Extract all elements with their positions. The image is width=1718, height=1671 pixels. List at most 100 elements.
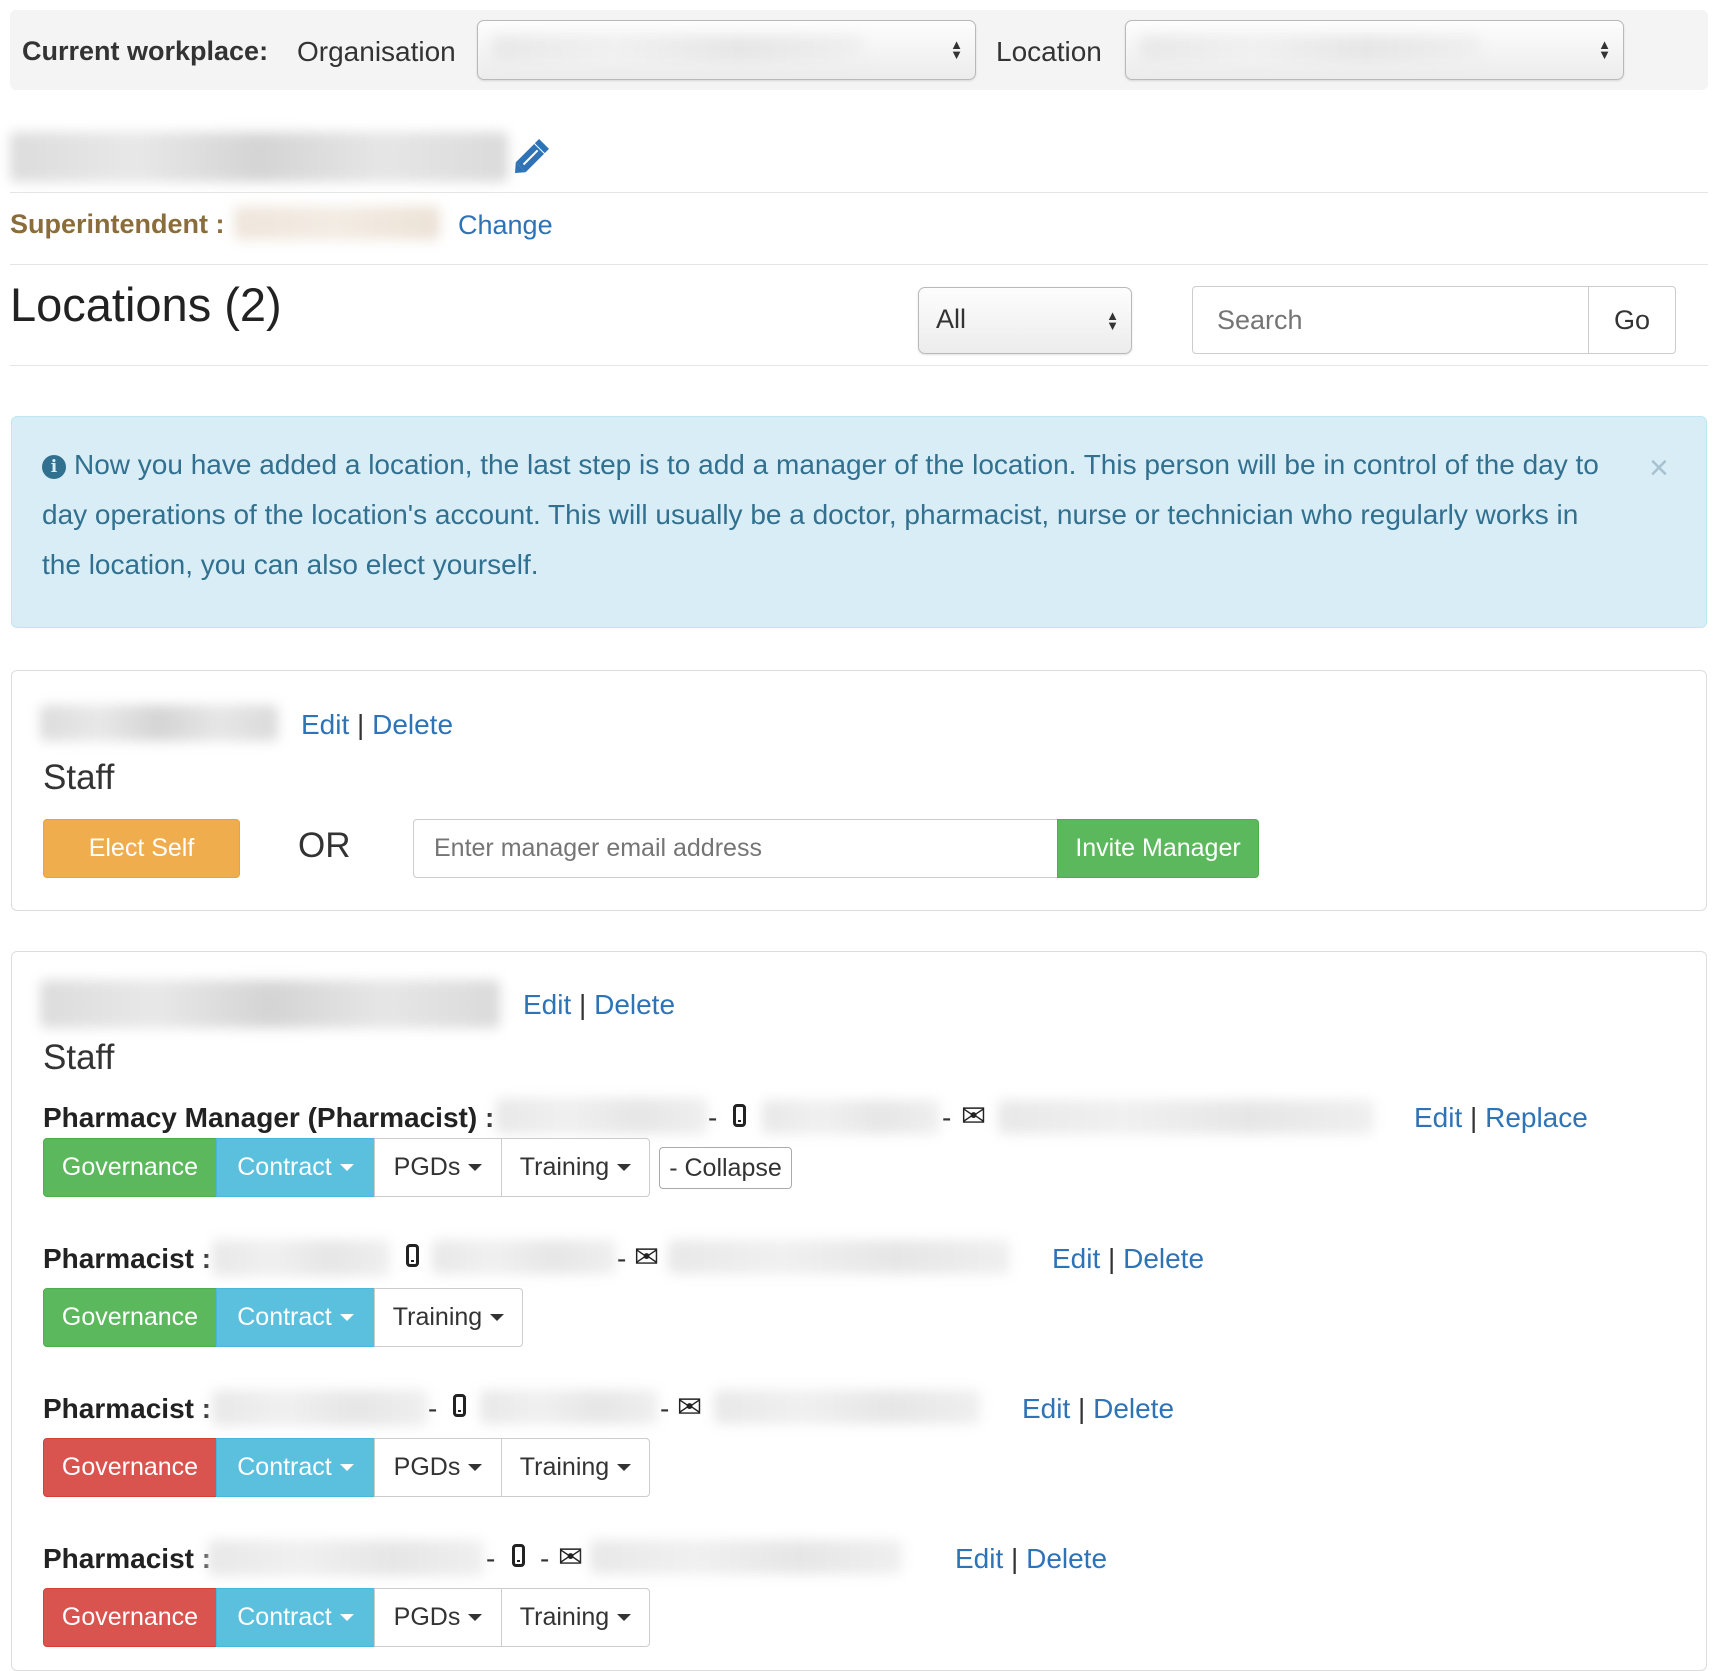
caret-down-icon	[339, 1464, 354, 1471]
governance-button[interactable]: Governance	[43, 1138, 217, 1197]
location-label: Location	[996, 36, 1102, 67]
training-dropdown[interactable]: Training	[374, 1288, 523, 1347]
change-superintendent-link[interactable]: Change	[458, 210, 553, 241]
pipe-separator: |	[1011, 1543, 1019, 1574]
location-1-actions: Edit | Delete	[301, 709, 453, 741]
pgds-label: PGDs	[393, 1153, 461, 1181]
training-label: Training	[519, 1453, 610, 1481]
pipe-separator: |	[579, 989, 587, 1020]
location-1-name-redacted	[40, 705, 278, 741]
superintendent-name-redacted	[234, 206, 440, 240]
location-2-name-redacted	[40, 980, 500, 1028]
member-2-email-redacted	[668, 1240, 1010, 1274]
contract-dropdown[interactable]: Contract	[216, 1588, 375, 1647]
member-3-role: Pharmacist :	[43, 1393, 212, 1424]
member-3-edit-link[interactable]: Edit	[1022, 1393, 1070, 1424]
member-1-replace-link[interactable]: Replace	[1485, 1102, 1588, 1133]
member-3-actions: Edit | Delete	[1022, 1393, 1174, 1425]
envelope-icon: ✉	[961, 1100, 987, 1133]
member-1-name-redacted	[496, 1098, 708, 1134]
caret-down-icon	[339, 1314, 354, 1321]
location-1-delete-link[interactable]: Delete	[372, 709, 453, 740]
locations-title: Locations (2)	[10, 278, 282, 331]
location-2-delete-link[interactable]: Delete	[594, 989, 675, 1020]
pgds-label: PGDs	[393, 1603, 461, 1631]
caret-down-icon	[468, 1164, 483, 1171]
pgds-dropdown[interactable]: PGDs	[374, 1438, 502, 1497]
dash-separator: -	[428, 1393, 438, 1424]
divider	[10, 264, 1708, 265]
contract-dropdown[interactable]: Contract	[216, 1138, 375, 1197]
search-input[interactable]	[1192, 286, 1590, 354]
member-2-delete-link[interactable]: Delete	[1123, 1243, 1204, 1274]
caret-down-icon	[468, 1464, 483, 1471]
member-2-role: Pharmacist :	[43, 1243, 212, 1274]
member-2-phone-redacted	[432, 1240, 616, 1274]
dash-separator: -	[486, 1543, 496, 1574]
training-label: Training	[519, 1603, 610, 1631]
location-2-staff-heading: Staff	[43, 1038, 115, 1077]
caret-down-icon	[490, 1314, 505, 1321]
training-dropdown[interactable]: Training	[501, 1438, 650, 1497]
member-4-delete-link[interactable]: Delete	[1026, 1543, 1107, 1574]
contract-dropdown[interactable]: Contract	[216, 1288, 375, 1347]
sort-arrows-icon: ▲ ▼	[1106, 307, 1119, 333]
member-1-actions: Edit | Replace	[1414, 1102, 1588, 1134]
member-3-delete-link[interactable]: Delete	[1093, 1393, 1174, 1424]
training-dropdown[interactable]: Training	[501, 1138, 650, 1197]
pgds-dropdown[interactable]: PGDs	[374, 1138, 502, 1197]
member-2-name-redacted	[212, 1240, 390, 1276]
member-1-edit-link[interactable]: Edit	[1414, 1102, 1462, 1133]
divider	[10, 365, 1708, 366]
pipe-separator: |	[1108, 1243, 1116, 1274]
pgds-label: PGDs	[393, 1453, 461, 1481]
location-2-edit-link[interactable]: Edit	[523, 989, 571, 1020]
collapse-button[interactable]: - Collapse	[659, 1147, 792, 1189]
info-circle-icon: i	[42, 455, 66, 479]
or-label: OR	[298, 826, 351, 865]
pgds-dropdown[interactable]: PGDs	[374, 1588, 502, 1647]
go-button[interactable]: Go	[1588, 286, 1676, 354]
close-icon[interactable]: ×	[1649, 449, 1669, 488]
member-4-email-redacted	[590, 1540, 902, 1574]
pencil-icon[interactable]	[510, 134, 554, 178]
contract-dropdown[interactable]: Contract	[216, 1438, 375, 1497]
member-3-email-redacted	[714, 1390, 980, 1424]
location-1-edit-link[interactable]: Edit	[301, 709, 349, 740]
superintendent-label: Superintendent :	[10, 209, 225, 239]
location-1-staff-heading: Staff	[43, 758, 115, 797]
dash-separator: -	[708, 1102, 718, 1133]
dash-separator: -	[660, 1393, 670, 1424]
caret-down-icon	[339, 1164, 354, 1171]
invite-manager-button[interactable]: Invite Manager	[1057, 819, 1259, 878]
caret-down-icon	[339, 1614, 354, 1621]
member-4-role: Pharmacist :	[43, 1543, 212, 1574]
member-4-actions: Edit | Delete	[955, 1543, 1107, 1575]
governance-button[interactable]: Governance	[43, 1438, 217, 1497]
member-1-email-redacted	[998, 1100, 1374, 1134]
elect-self-button[interactable]: Elect Self	[43, 819, 240, 878]
contract-label: Contract	[237, 1603, 332, 1631]
member-2-edit-link[interactable]: Edit	[1052, 1243, 1100, 1274]
member-4-name-redacted	[208, 1540, 484, 1576]
locations-filter-select[interactable]: All ▲ ▼	[918, 287, 1132, 354]
member-4-edit-link[interactable]: Edit	[955, 1543, 1003, 1574]
training-dropdown[interactable]: Training	[501, 1588, 650, 1647]
governance-button[interactable]: Governance	[43, 1588, 217, 1647]
envelope-icon: ✉	[558, 1541, 584, 1574]
contract-label: Contract	[237, 1453, 332, 1481]
pipe-separator: |	[1470, 1102, 1478, 1133]
organisation-value-redacted	[492, 36, 862, 62]
mobile-phone-icon	[406, 1244, 419, 1272]
organisation-name-redacted	[10, 132, 508, 182]
workplace-label: Current workplace:	[22, 36, 269, 66]
info-alert-text: i Now you have added a location, the last…	[42, 440, 1622, 590]
location-select[interactable]: ▲ ▼	[1125, 20, 1624, 80]
governance-button[interactable]: Governance	[43, 1288, 217, 1347]
manager-email-input[interactable]	[413, 819, 1058, 878]
divider	[10, 192, 1708, 193]
organisation-select[interactable]: ▲ ▼	[477, 20, 976, 80]
caret-down-icon	[617, 1164, 632, 1171]
sort-arrows-icon: ▲ ▼	[1598, 37, 1611, 62]
training-label: Training	[392, 1303, 483, 1331]
